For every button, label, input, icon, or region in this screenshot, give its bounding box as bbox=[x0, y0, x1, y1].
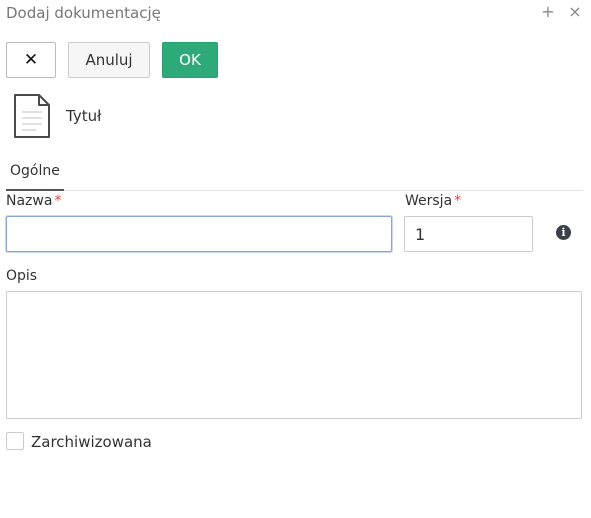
description-textarea[interactable] bbox=[6, 291, 582, 419]
document-title: Tytuł bbox=[66, 107, 102, 125]
cancel-button[interactable]: Anuluj bbox=[68, 42, 150, 78]
description-label: Opis bbox=[6, 268, 38, 284]
close-button[interactable]: ✕ bbox=[6, 42, 56, 78]
info-icon[interactable]: i bbox=[556, 225, 571, 240]
dialog-header: Dodaj dokumentację + × bbox=[6, 3, 585, 25]
document-icon bbox=[12, 92, 52, 140]
required-marker: * bbox=[54, 193, 62, 209]
name-label-text: Nazwa bbox=[6, 193, 53, 209]
dialog-title: Dodaj dokumentację bbox=[6, 4, 161, 22]
version-label: Wersja * bbox=[405, 192, 461, 210]
archived-label: Zarchiwizowana bbox=[31, 433, 152, 451]
name-input[interactable] bbox=[6, 216, 392, 252]
archived-checkbox[interactable] bbox=[6, 432, 24, 450]
tab-bar: Ogólne bbox=[6, 155, 583, 191]
version-input[interactable] bbox=[404, 216, 533, 252]
tab-general[interactable]: Ogólne bbox=[6, 155, 64, 191]
ok-button[interactable]: OK bbox=[162, 42, 218, 78]
add-documentation-dialog: Dodaj dokumentację + × ✕ Anuluj OK Tytuł… bbox=[0, 0, 591, 518]
required-marker: * bbox=[454, 193, 462, 209]
name-label: Nazwa * bbox=[6, 192, 61, 210]
add-icon[interactable]: + bbox=[540, 3, 556, 21]
close-icon[interactable]: × bbox=[567, 3, 583, 21]
version-label-text: Wersja bbox=[405, 193, 453, 209]
close-x-icon: ✕ bbox=[23, 50, 39, 70]
